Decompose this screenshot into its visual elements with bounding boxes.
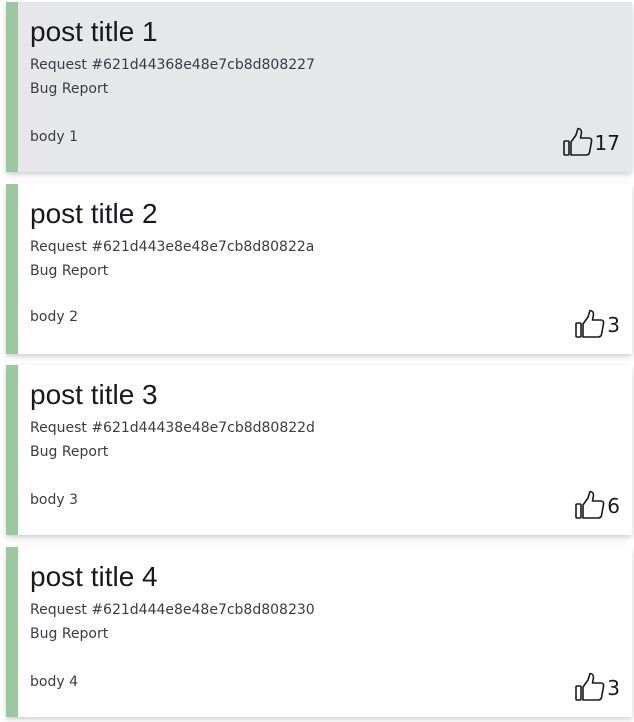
upvote-count: 6 — [607, 494, 620, 518]
upvote-count: 3 — [607, 676, 620, 700]
post-category: Bug Report — [30, 81, 109, 97]
post-category: Bug Report — [30, 263, 109, 279]
upvote-count: 17 — [594, 131, 620, 155]
post-category: Bug Report — [30, 626, 109, 642]
thumbs-up-icon — [575, 490, 605, 519]
post-title: post title 2 — [30, 198, 158, 229]
post-title: post title 1 — [30, 16, 158, 47]
request-id: Request #621d444e8e48e7cb8d808230 — [30, 602, 315, 618]
upvote-button[interactable]: 17 — [562, 126, 620, 158]
upvote-button[interactable]: 3 — [574, 308, 620, 340]
upvote-button[interactable]: 3 — [574, 671, 620, 703]
post-category: Bug Report — [30, 444, 109, 460]
post-card[interactable]: post title 3 Request #621d44438e48e7cb8d… — [6, 365, 632, 535]
post-title: post title 3 — [30, 379, 158, 410]
post-card[interactable]: post title 1 Request #621d44368e48e7cb8d… — [6, 2, 632, 172]
thumbs-up-icon — [562, 127, 592, 156]
thumbs-up-icon — [575, 309, 605, 338]
upvote-count: 3 — [607, 313, 620, 337]
thumbs-up-icon — [575, 672, 605, 701]
request-id: Request #621d443e8e48e7cb8d80822a — [30, 239, 315, 255]
post-title: post title 4 — [30, 561, 158, 592]
post-list: post title 1 Request #621d44368e48e7cb8d… — [0, 0, 634, 722]
upvote-button[interactable]: 6 — [574, 489, 620, 521]
post-body: body 2 — [30, 309, 78, 325]
request-id: Request #621d44438e48e7cb8d80822d — [30, 420, 315, 436]
request-id: Request #621d44368e48e7cb8d808227 — [30, 57, 315, 73]
post-body: body 4 — [30, 674, 78, 690]
post-body: body 1 — [30, 129, 78, 145]
post-body: body 3 — [30, 492, 78, 508]
post-card[interactable]: post title 4 Request #621d444e8e48e7cb8d… — [6, 547, 632, 717]
post-card[interactable]: post title 2 Request #621d443e8e48e7cb8d… — [6, 184, 632, 354]
